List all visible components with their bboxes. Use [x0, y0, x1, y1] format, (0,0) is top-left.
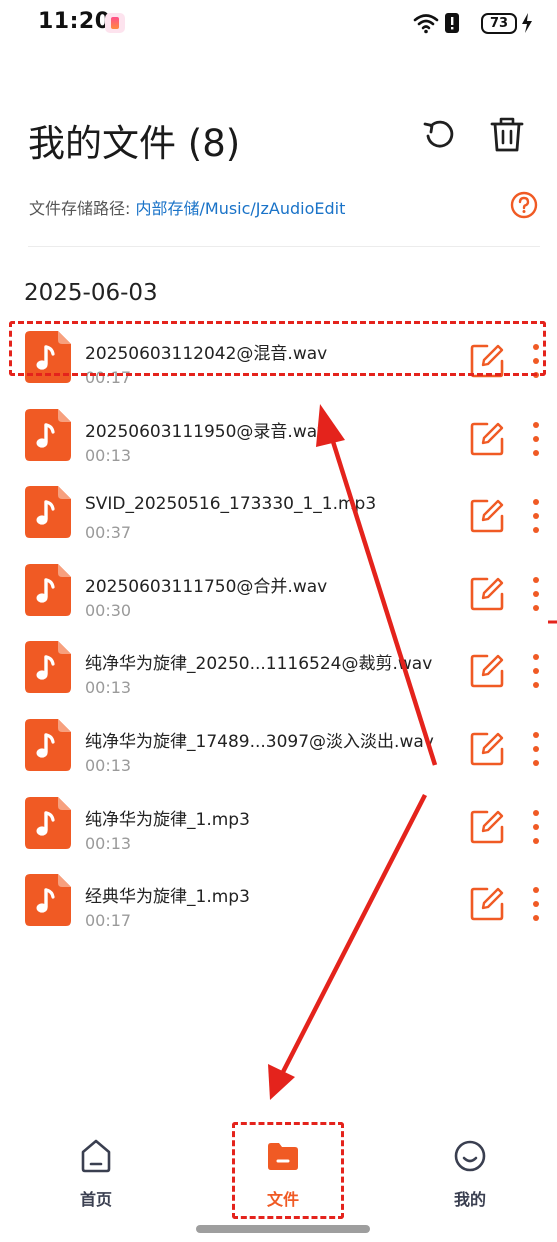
home-icon [81, 1139, 111, 1173]
file-duration: 00:37 [85, 523, 132, 542]
file-row[interactable]: 经典华为旋律_1.mp3 00:17 [0, 865, 557, 943]
file-duration: 00:13 [85, 756, 132, 775]
audio-file-icon [25, 564, 71, 616]
status-indicators: 73 [413, 12, 533, 36]
file-name: 纯净华为旋律_20250...1116524@裁剪.wav [85, 654, 433, 674]
nav-tab-mine[interactable]: 我的 [425, 1138, 515, 1218]
status-time: 11:20 [38, 9, 111, 34]
charging-icon [522, 13, 532, 33]
divider [28, 246, 540, 247]
edit-icon[interactable] [470, 422, 504, 456]
file-duration: 00:13 [85, 678, 132, 697]
file-name: 纯净华为旋律_17489...3097@淡入淡出.wav [85, 732, 434, 752]
wifi-icon [413, 14, 439, 34]
storage-path-label: 文件存储路径: [29, 199, 131, 218]
edit-icon[interactable] [470, 499, 504, 533]
file-name: 20250603111950@录音.wav [85, 422, 328, 442]
edit-icon[interactable] [470, 654, 504, 688]
refresh-button[interactable] [417, 113, 461, 157]
storage-path-row: 文件存储路径: 内部存储/Music/JzAudioEdit [29, 195, 345, 219]
file-name: 经典华为旋律_1.mp3 [85, 887, 250, 907]
more-options-icon[interactable] [524, 807, 548, 847]
home-indicator [196, 1225, 370, 1233]
storage-path-link[interactable]: 内部存储/Music/JzAudioEdit [136, 199, 346, 218]
file-duration: 00:13 [85, 446, 132, 465]
file-name: 纯净华为旋律_1.mp3 [85, 810, 250, 830]
page-title: 我的文件 (8) [28, 122, 241, 165]
more-options-icon[interactable] [524, 419, 548, 459]
audio-file-icon [25, 486, 71, 538]
more-options-icon[interactable] [524, 729, 548, 769]
file-name: 20250603111750@合并.wav [85, 577, 328, 597]
nav-tab-home[interactable]: 首页 [51, 1138, 141, 1218]
more-options-icon[interactable] [524, 496, 548, 536]
edit-icon[interactable] [470, 577, 504, 611]
file-duration: 00:17 [85, 911, 132, 930]
edit-icon[interactable] [470, 810, 504, 844]
trash-icon [490, 117, 524, 152]
delete-button[interactable] [485, 113, 529, 157]
file-row[interactable]: 20250603111750@合并.wav 00:30 [0, 555, 557, 633]
audio-file-icon [25, 874, 71, 926]
more-options-icon[interactable] [524, 651, 548, 691]
file-row[interactable]: 纯净华为旋律_1.mp3 00:13 [0, 788, 557, 866]
app-notification-icon [105, 13, 125, 33]
battery-level: 73 [489, 16, 509, 31]
file-row[interactable]: SVID_20250516_173330_1_1.mp3 00:37 [0, 477, 557, 555]
file-duration: 00:30 [85, 601, 132, 620]
status-bar: 11:20 73 [0, 0, 557, 48]
file-row[interactable]: 纯净华为旋律_17489...3097@淡入淡出.wav 00:13 [0, 710, 557, 788]
file-name: SVID_20250516_173330_1_1.mp3 [85, 494, 377, 514]
audio-file-icon [25, 409, 71, 461]
file-row[interactable]: 纯净华为旋律_20250...1116524@裁剪.wav 00:13 [0, 632, 557, 710]
edit-icon[interactable] [470, 887, 504, 921]
audio-file-icon [25, 641, 71, 693]
nav-label: 首页 [79, 1190, 112, 1209]
date-group-header: 2025-06-03 [24, 280, 158, 306]
smiley-icon [454, 1140, 486, 1172]
nav-label: 我的 [453, 1190, 486, 1209]
alert-icon [445, 13, 459, 33]
annotation-highlight-file [9, 321, 546, 376]
refresh-icon [423, 120, 454, 148]
annotation-highlight-tab [232, 1122, 344, 1219]
more-options-icon[interactable] [524, 574, 548, 614]
audio-file-icon [25, 719, 71, 771]
battery-icon: 73 [481, 13, 517, 34]
file-duration: 00:13 [85, 834, 132, 853]
audio-file-icon [25, 797, 71, 849]
file-row[interactable]: 20250603111950@录音.wav 00:13 [0, 400, 557, 478]
help-icon [510, 191, 538, 219]
more-options-icon[interactable] [524, 884, 548, 924]
edit-icon[interactable] [470, 732, 504, 766]
help-button[interactable] [510, 191, 538, 219]
